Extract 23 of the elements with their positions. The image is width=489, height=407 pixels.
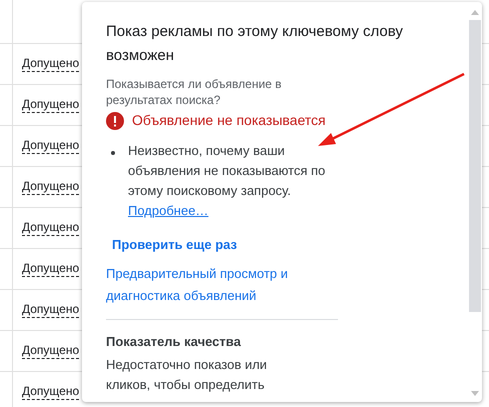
popup-title: Показ рекламы по этому ключевому слову возможен (106, 22, 404, 66)
status-text[interactable]: Допущено (22, 97, 80, 113)
status-text[interactable]: Допущено (22, 343, 80, 359)
learn-more-link[interactable]: Подробнее… (128, 201, 208, 221)
status-text[interactable]: Допущено (22, 220, 80, 236)
reason-text: Неизвестно, почему ваши объявления не показываются по этому поисковому запросу. (128, 142, 326, 200)
question-text: Показывается ли объявление в результатах поиска? (106, 76, 283, 108)
bullet-icon (111, 151, 115, 155)
scroll-up-icon[interactable] (471, 10, 479, 15)
status-text[interactable]: Допущено (22, 384, 80, 400)
error-icon (106, 112, 124, 130)
preview-link[interactable]: Предварительный просмотр и диагностика объявлений (106, 262, 346, 306)
scrollbar-thumb[interactable] (469, 20, 481, 312)
status-text[interactable]: Допущено (22, 138, 80, 154)
quality-heading: Показатель качества (106, 332, 242, 350)
scroll-down-icon[interactable] (471, 391, 479, 396)
status-message: Объявление не показывается (132, 111, 326, 130)
status-text[interactable]: Допущено (22, 302, 80, 318)
status-text[interactable]: Допущено (22, 179, 80, 195)
quality-text: Недостаточно показов или кликов, чтобы определить (106, 356, 268, 394)
status-text[interactable]: Допущено (22, 261, 80, 277)
recheck-button[interactable]: Проверить еще раз (112, 233, 238, 256)
status-text[interactable]: Допущено (22, 56, 80, 72)
